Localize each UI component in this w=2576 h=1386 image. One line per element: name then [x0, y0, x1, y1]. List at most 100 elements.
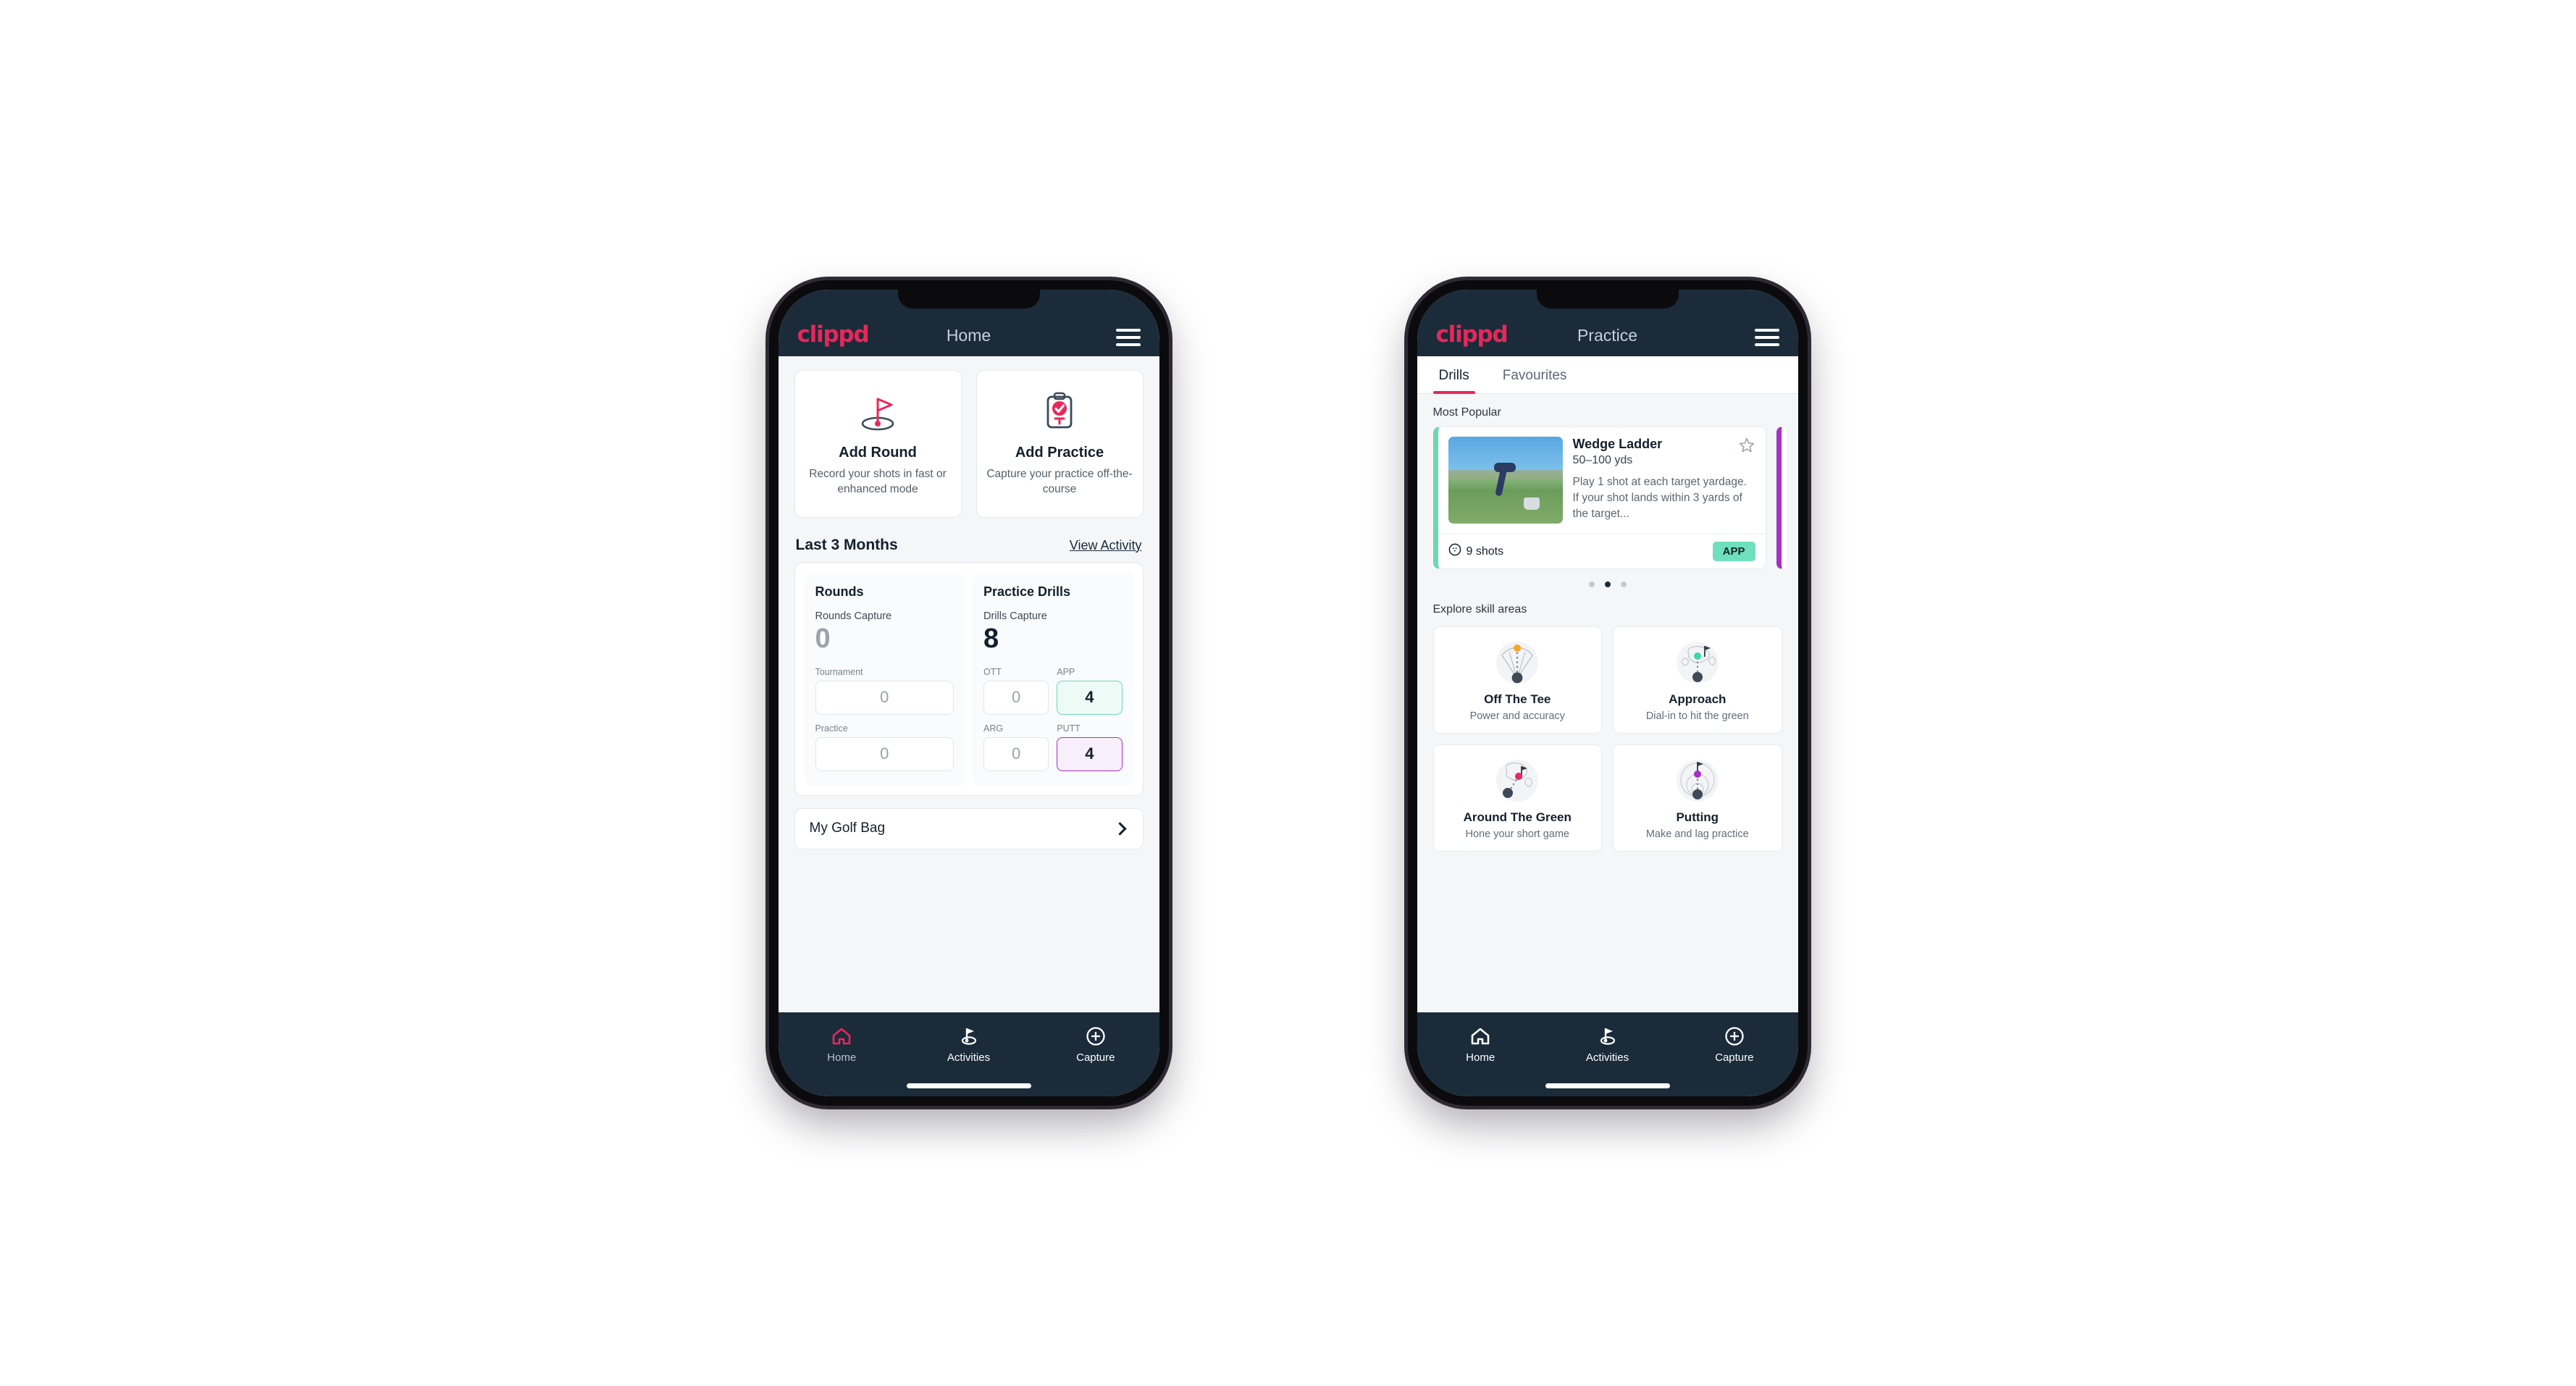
home-icon — [779, 1025, 905, 1048]
nav-capture[interactable]: Capture — [1032, 1025, 1159, 1064]
skill-card-off-the-tee[interactable]: Off The Tee Power and accuracy — [1432, 626, 1602, 734]
chevron-right-icon — [1112, 821, 1127, 836]
device-notch — [897, 290, 1040, 308]
practice-label: Practice — [815, 723, 848, 734]
add-round-card[interactable]: Add Round Record your shots in fast or e… — [794, 370, 962, 518]
nav-activities[interactable]: Activities — [905, 1025, 1032, 1064]
practice-tabs: Drills Favourites — [1417, 356, 1798, 394]
add-practice-sub: Capture your practice off-the-course — [986, 468, 1133, 495]
tee-fan-icon — [1441, 637, 1595, 686]
skill-card-putting[interactable]: Putting Make and lag practice — [1613, 744, 1782, 852]
putt-value[interactable]: 4 — [1057, 736, 1123, 771]
nav-home-label: Home — [1466, 1051, 1495, 1064]
drills-column: Practice Drills Drills Capture 8 OTT 0 A… — [973, 573, 1133, 786]
rounds-capture-label: Rounds Capture — [815, 610, 892, 622]
tab-favourites[interactable]: Favourites — [1497, 356, 1573, 393]
add-practice-title: Add Practice — [1015, 445, 1104, 461]
carousel-dot-1[interactable] — [1588, 581, 1595, 587]
rounds-capture-value: 0 — [815, 623, 831, 654]
putting-rings-icon — [1621, 755, 1774, 805]
ott-label: OTT — [983, 666, 1002, 677]
app-label: APP — [1057, 666, 1075, 677]
practice-field-group: Practice 0 — [815, 723, 954, 771]
green-approach-icon — [1621, 637, 1774, 686]
device-notch — [1536, 290, 1679, 308]
practice-body: Most Popular Wedge Ladder 50–100 yds Pla… — [1417, 394, 1798, 1012]
nav-activities[interactable]: Activities — [1544, 1025, 1671, 1064]
nav-home[interactable]: Home — [779, 1025, 905, 1064]
rounds-heading: Rounds — [815, 584, 864, 599]
carousel-dots — [1417, 569, 1798, 591]
drill-row-1: OTT 0 APP 4 — [983, 667, 1123, 715]
carousel-dot-2[interactable] — [1604, 581, 1611, 587]
tab-drills[interactable]: Drills — [1432, 356, 1475, 394]
golf-flag-hole-icon — [804, 390, 952, 434]
drill-card-top: Wedge Ladder 50–100 yds Play 1 shot at e… — [1438, 427, 1766, 534]
hamburger-menu-icon[interactable] — [1754, 329, 1779, 346]
ott-value[interactable]: 0 — [983, 680, 1049, 715]
home-bottom-nav: Home Activities Capture — [778, 1012, 1159, 1096]
nav-home-label: Home — [827, 1051, 857, 1064]
drill-row-2: ARG 0 PUTT 4 — [983, 723, 1123, 771]
hamburger-menu-icon[interactable] — [1115, 329, 1141, 346]
drill-shots: 9 shots — [1448, 543, 1503, 560]
drill-description: Play 1 shot at each target yardage. If y… — [1572, 476, 1747, 520]
nav-activities-label: Activities — [1585, 1051, 1629, 1064]
drill-card-next-peek[interactable] — [1776, 427, 1788, 569]
last-3-months-header: Last 3 Months View Activity — [779, 518, 1159, 563]
star-outline-icon[interactable] — [1738, 437, 1755, 458]
golf-flag-icon — [905, 1025, 1032, 1048]
tournament-field-group: Tournament 0 — [815, 666, 954, 715]
drill-card-footer: 9 shots APP — [1438, 534, 1766, 568]
practice-screen: clippd Practice Drills Favourites Most P… — [1417, 290, 1798, 1096]
around-green-icon — [1441, 755, 1595, 805]
explore-skill-areas-label: Explore skill areas — [1432, 603, 1527, 616]
home-indicator-bar — [906, 1083, 1031, 1088]
drills-capture-value: 8 — [983, 623, 999, 654]
nav-capture[interactable]: Capture — [1671, 1025, 1797, 1064]
my-golf-bag-row[interactable]: My Golf Bag — [794, 807, 1144, 849]
clipboard-check-icon — [986, 390, 1134, 434]
view-activity-link[interactable]: View Activity — [1070, 538, 1142, 553]
drill-carousel[interactable]: Wedge Ladder 50–100 yds Play 1 shot at e… — [1417, 427, 1798, 569]
tournament-label: Tournament — [815, 666, 863, 677]
home-indicator-bar — [1545, 1083, 1670, 1088]
putt-field-group: PUTT 4 — [1057, 723, 1123, 771]
section-title: Last 3 Months — [795, 537, 898, 553]
tournament-value[interactable]: 0 — [815, 680, 954, 715]
skill-title: Approach — [1669, 692, 1727, 706]
my-golf-bag-label: My Golf Bag — [809, 820, 886, 836]
quick-actions-row: Add Round Record your shots in fast or e… — [779, 356, 1159, 518]
plus-circle-icon — [1671, 1025, 1797, 1048]
phone-home: clippd Home Add Round Record your shots … — [768, 280, 1169, 1106]
practice-bottom-nav: Home Activities Capture — [1417, 1012, 1798, 1096]
nav-activities-label: Activities — [947, 1051, 991, 1064]
skill-sub: Make and lag practice — [1645, 828, 1749, 840]
add-practice-card[interactable]: Add Practice Capture your practice off-t… — [976, 370, 1144, 518]
drill-name: Wedge Ladder — [1572, 437, 1663, 451]
practice-value[interactable]: 0 — [815, 736, 954, 771]
nav-home[interactable]: Home — [1417, 1025, 1544, 1064]
skill-title: Putting — [1676, 810, 1719, 824]
skill-card-around-the-green[interactable]: Around The Green Hone your short game — [1432, 744, 1602, 852]
drill-tag-badge: APP — [1712, 542, 1755, 561]
arg-field-group: ARG 0 — [983, 723, 1049, 771]
drill-yardage: 50–100 yds — [1572, 454, 1633, 466]
arg-value[interactable]: 0 — [983, 736, 1049, 771]
drill-meta: Wedge Ladder 50–100 yds Play 1 shot at e… — [1573, 437, 1755, 524]
skill-card-approach[interactable]: Approach Dial-in to hit the green — [1613, 626, 1782, 734]
drill-card-wedge-ladder[interactable]: Wedge Ladder 50–100 yds Play 1 shot at e… — [1432, 427, 1766, 569]
skill-title: Off The Tee — [1484, 692, 1551, 706]
app-value[interactable]: 4 — [1057, 680, 1123, 715]
nav-capture-label: Capture — [1076, 1051, 1115, 1064]
arg-label: ARG — [983, 723, 1004, 734]
carousel-dot-3[interactable] — [1620, 581, 1627, 587]
home-icon — [1417, 1025, 1544, 1048]
drill-thumbnail — [1448, 437, 1563, 524]
skill-sub: Hone your short game — [1465, 828, 1569, 840]
drills-heading: Practice Drills — [983, 584, 1071, 599]
nav-capture-label: Capture — [1715, 1051, 1754, 1064]
add-round-title: Add Round — [839, 445, 917, 461]
home-screen: clippd Home Add Round Record your shots … — [778, 290, 1159, 1096]
home-body: Add Round Record your shots in fast or e… — [778, 356, 1159, 1012]
